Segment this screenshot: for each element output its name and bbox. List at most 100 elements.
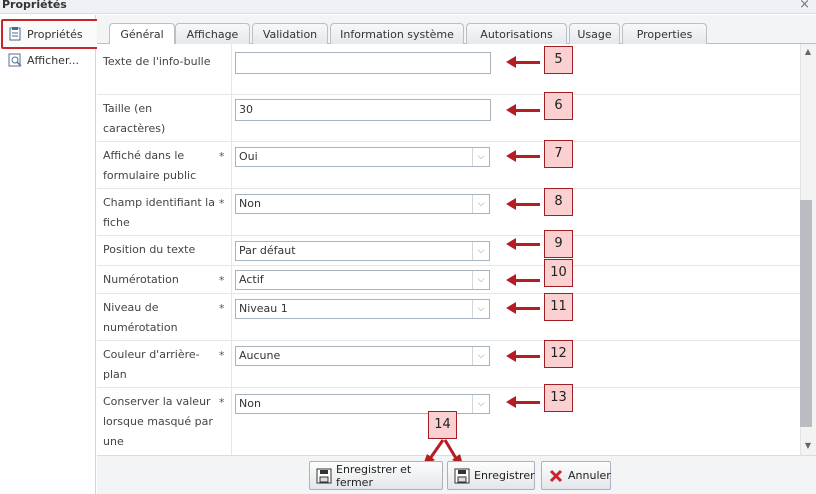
numbering-select[interactable]: Actif ⌵: [235, 270, 490, 290]
required-marker: *: [219, 150, 225, 163]
text-position-select[interactable]: Par défaut ⌵: [235, 241, 490, 261]
tooltip-input[interactable]: [235, 52, 491, 74]
annotation-arrow: [516, 355, 540, 358]
chevron-down-icon[interactable]: ⌵: [472, 300, 489, 318]
chevron-down-icon[interactable]: ⌵: [472, 347, 489, 365]
field-label: Numérotation: [103, 273, 179, 286]
arrow-left-icon: [506, 350, 516, 362]
annotation-marker: 11: [544, 293, 573, 321]
form-row-identifier: Champ identifiant la fiche * Non ⌵: [97, 189, 800, 236]
chevron-down-icon[interactable]: ⌵: [472, 395, 489, 413]
annotation-marker: 5: [544, 46, 573, 74]
background-color-select[interactable]: Aucune ⌵: [235, 346, 490, 366]
field-label: Couleur d'arrière-plan: [103, 348, 200, 381]
form-row-public-form: Affiché dans le formulaire public * Oui ⌵: [97, 142, 800, 189]
select-value: Aucune: [239, 349, 281, 362]
annotation-arrow: [516, 279, 540, 282]
size-input[interactable]: 30: [235, 99, 491, 121]
annotation-arrow: [516, 203, 540, 206]
annotation-marker: 7: [544, 140, 573, 168]
arrow-left-icon: [506, 274, 516, 286]
required-marker: *: [219, 302, 225, 315]
form-row-text-position: Position du texte Par défaut ⌵: [97, 236, 800, 266]
close-icon[interactable]: ×: [799, 0, 810, 12]
tab-autorisations[interactable]: Autorisations: [466, 23, 567, 44]
left-panel-item-label: Propriétés: [27, 27, 83, 41]
arrow-left-icon: [506, 150, 516, 162]
save-and-close-button[interactable]: Enregistrer et fermer: [309, 461, 443, 490]
field-label: Conserver la valeur lorsque masqué par u…: [103, 395, 213, 448]
form-row-size: Taille (en caractères) 30: [97, 95, 800, 142]
public-form-select[interactable]: Oui ⌵: [235, 147, 490, 167]
tab-affichage[interactable]: Affichage: [175, 23, 250, 44]
tab-properties[interactable]: Properties: [622, 23, 707, 44]
annotation-marker: 12: [544, 340, 573, 368]
arrow-left-icon: [506, 198, 516, 210]
field-label: Position du texte: [103, 243, 196, 256]
window-titlebar: Propriétés ×: [0, 0, 816, 14]
button-label: Annuler: [568, 469, 611, 482]
annotation-marker: 8: [544, 188, 573, 216]
chevron-down-icon[interactable]: ⌵: [472, 148, 489, 166]
required-marker: *: [219, 197, 225, 210]
annotation-marker: 13: [544, 384, 573, 412]
tab-validation[interactable]: Validation: [252, 23, 328, 44]
field-label: Texte de l'info-bulle: [103, 55, 211, 68]
form-row-numbering: Numérotation * Actif ⌵: [97, 266, 800, 294]
select-value: Par défaut: [239, 244, 296, 257]
required-marker: *: [219, 396, 225, 409]
select-value: Non: [239, 197, 261, 210]
numbering-level-select[interactable]: Niveau 1 ⌵: [235, 299, 490, 319]
required-marker: *: [219, 349, 225, 362]
arrow-left-icon: [506, 302, 516, 314]
scroll-down-icon[interactable]: ▼: [800, 440, 816, 452]
cancel-icon: [548, 468, 564, 484]
save-button[interactable]: Enregistrer: [447, 461, 535, 490]
tab-general[interactable]: Général: [109, 23, 175, 45]
annotation-arrow: [516, 307, 540, 310]
form-row-tooltip: Texte de l'info-bulle: [97, 44, 800, 95]
arrow-left-icon: [506, 396, 516, 408]
chevron-down-icon[interactable]: ⌵: [472, 271, 489, 289]
select-value: Oui: [239, 150, 258, 163]
annotation-marker: 6: [544, 92, 573, 120]
preview-icon: [8, 53, 22, 67]
field-label: Champ identifiant la fiche: [103, 196, 215, 229]
tab-strip: Général Affichage Validation Information…: [97, 15, 816, 45]
identifier-select[interactable]: Non ⌵: [235, 194, 490, 214]
scrollbar-thumb[interactable]: [800, 200, 812, 427]
left-panel: Propriétés Afficher...: [0, 15, 101, 494]
chevron-down-icon[interactable]: ⌵: [472, 195, 489, 213]
annotation-marker: 10: [544, 259, 573, 287]
window-title: Propriétés: [2, 0, 67, 11]
scroll-up-icon[interactable]: ▲: [800, 46, 816, 58]
annotation-arrow: [516, 61, 540, 64]
form-content: Texte de l'info-bulle Taille (en caractè…: [97, 44, 800, 455]
annotation-arrow: [516, 109, 540, 112]
annotation-marker: 14: [428, 411, 457, 439]
form-row-background-color: Couleur d'arrière-plan * Aucune ⌵: [97, 341, 800, 388]
tab-information-systeme[interactable]: Information système: [330, 23, 464, 44]
cancel-button[interactable]: Annuler: [541, 461, 611, 490]
field-label: Affiché dans le formulaire public: [103, 149, 197, 182]
annotation-arrow: [516, 401, 540, 404]
annotation-arrow: [516, 243, 540, 246]
form-row-numbering-level: Niveau de numérotation * Niveau 1 ⌵: [97, 294, 800, 341]
properties-icon: [8, 27, 22, 41]
chevron-down-icon[interactable]: ⌵: [472, 242, 489, 260]
required-marker: *: [219, 274, 225, 287]
select-value: Non: [239, 397, 261, 410]
tab-usage[interactable]: Usage: [569, 23, 620, 44]
button-label: Enregistrer: [474, 469, 535, 482]
button-label: Enregistrer et fermer: [336, 462, 412, 489]
left-panel-item-preview[interactable]: Afficher...: [8, 50, 79, 70]
save-close-icon: [316, 468, 332, 484]
field-label: Niveau de numérotation: [103, 301, 178, 334]
left-panel-item-properties[interactable]: Propriétés: [8, 24, 83, 44]
arrow-left-icon: [506, 238, 516, 250]
annotation-arrow: [516, 155, 540, 158]
arrow-left-icon: [506, 104, 516, 116]
select-value: Actif: [239, 273, 264, 286]
field-label: Taille (en caractères): [103, 102, 166, 135]
arrow-left-icon: [506, 56, 516, 68]
